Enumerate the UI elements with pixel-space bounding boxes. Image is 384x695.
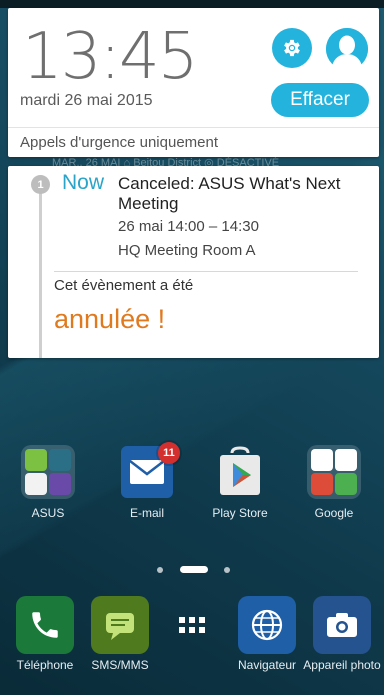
timeline-bar <box>39 182 42 358</box>
settings-button[interactable] <box>272 28 312 68</box>
clock: 13:45 <box>22 20 198 94</box>
page-indicator <box>0 564 384 576</box>
dock-browser[interactable]: Navigateur <box>227 596 307 688</box>
dock-sms[interactable]: SMS/MMS <box>80 596 160 688</box>
camera-icon <box>313 596 371 654</box>
emergency-calls-text: Appels d'urgence uniquement <box>20 134 219 151</box>
asus-folder-icon <box>20 444 76 500</box>
app-asus-folder[interactable]: ASUS <box>8 444 88 536</box>
status-bar <box>0 0 384 8</box>
quick-settings-panel: 13:45 mardi 26 mai 2015 Effacer Appels d… <box>8 8 379 157</box>
dock-phone[interactable]: Téléphone <box>5 596 85 688</box>
event-location: HQ Meeting Room A <box>118 242 256 259</box>
date-label: mardi 26 mai 2015 <box>20 92 153 109</box>
divider <box>8 127 379 128</box>
notification-separator <box>54 271 358 272</box>
app-label: Play Store <box>212 506 268 520</box>
notification-title: Canceled: ASUS What's Next Meeting <box>118 174 341 213</box>
app-label: ASUS <box>31 506 65 520</box>
notification-count-badge: 1 <box>31 175 50 194</box>
app-label: E-mail <box>129 506 164 520</box>
cancel-status: annulée ! <box>54 304 166 334</box>
dock-camera[interactable]: Appareil photo <box>302 596 382 688</box>
app-label: Téléphone <box>16 658 74 672</box>
play-store-icon <box>212 444 268 500</box>
user-avatar-icon <box>326 28 368 70</box>
cancel-message: Cet évènement a été <box>54 277 194 294</box>
app-google-folder[interactable]: Google <box>294 444 374 536</box>
notification-time-now: Now <box>62 171 105 194</box>
dock-app-drawer[interactable] <box>152 596 232 688</box>
clear-all-button[interactable]: Effacer <box>271 83 369 117</box>
browser-globe-icon <box>238 596 296 654</box>
gear-icon <box>284 39 300 57</box>
google-folder-icon <box>306 444 362 500</box>
phone-icon <box>16 596 74 654</box>
app-drawer-icon <box>163 596 221 654</box>
app-play-store[interactable]: Play Store <box>200 444 280 536</box>
event-time: 26 mai 14:00 – 14:30 <box>118 218 259 235</box>
sms-icon <box>91 596 149 654</box>
user-avatar-button[interactable] <box>326 28 368 70</box>
app-label: SMS/MMS <box>91 658 149 672</box>
app-label: Google <box>314 506 354 520</box>
unread-count-badge: 11 <box>158 442 180 464</box>
app-label: Appareil photo <box>303 658 381 672</box>
calendar-notification[interactable]: 1 Now Canceled: ASUS What's Next Meeting… <box>8 166 379 358</box>
app-label: Navigateur <box>237 658 297 672</box>
